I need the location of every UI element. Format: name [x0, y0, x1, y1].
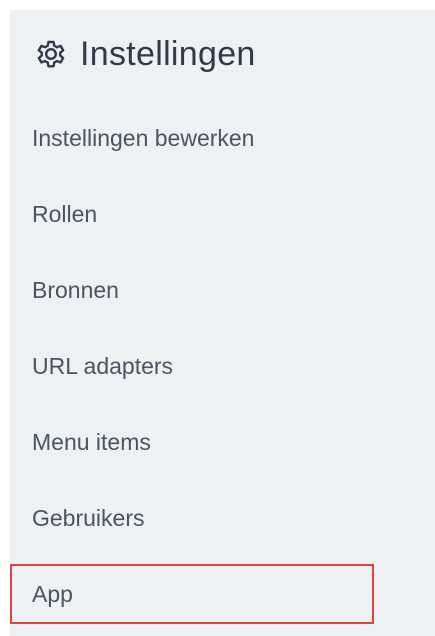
menu-item-url-adapters[interactable]: URL adapters	[10, 336, 374, 396]
menu-item-rollen[interactable]: Rollen	[10, 184, 374, 244]
menu-item-instellingen-bewerken[interactable]: Instellingen bewerken	[10, 108, 374, 168]
menu-item-menu-items[interactable]: Menu items	[10, 412, 374, 472]
menu-item-bronnen[interactable]: Bronnen	[10, 260, 374, 320]
menu-item-gebruikers[interactable]: Gebruikers	[10, 488, 374, 548]
settings-header: Instellingen	[32, 30, 256, 78]
gear-icon	[32, 35, 70, 73]
page-title: Instellingen	[80, 34, 256, 73]
menu-item-app[interactable]: App	[10, 564, 374, 624]
settings-panel: Instellingen Instellingen bewerken Rolle…	[10, 10, 435, 636]
